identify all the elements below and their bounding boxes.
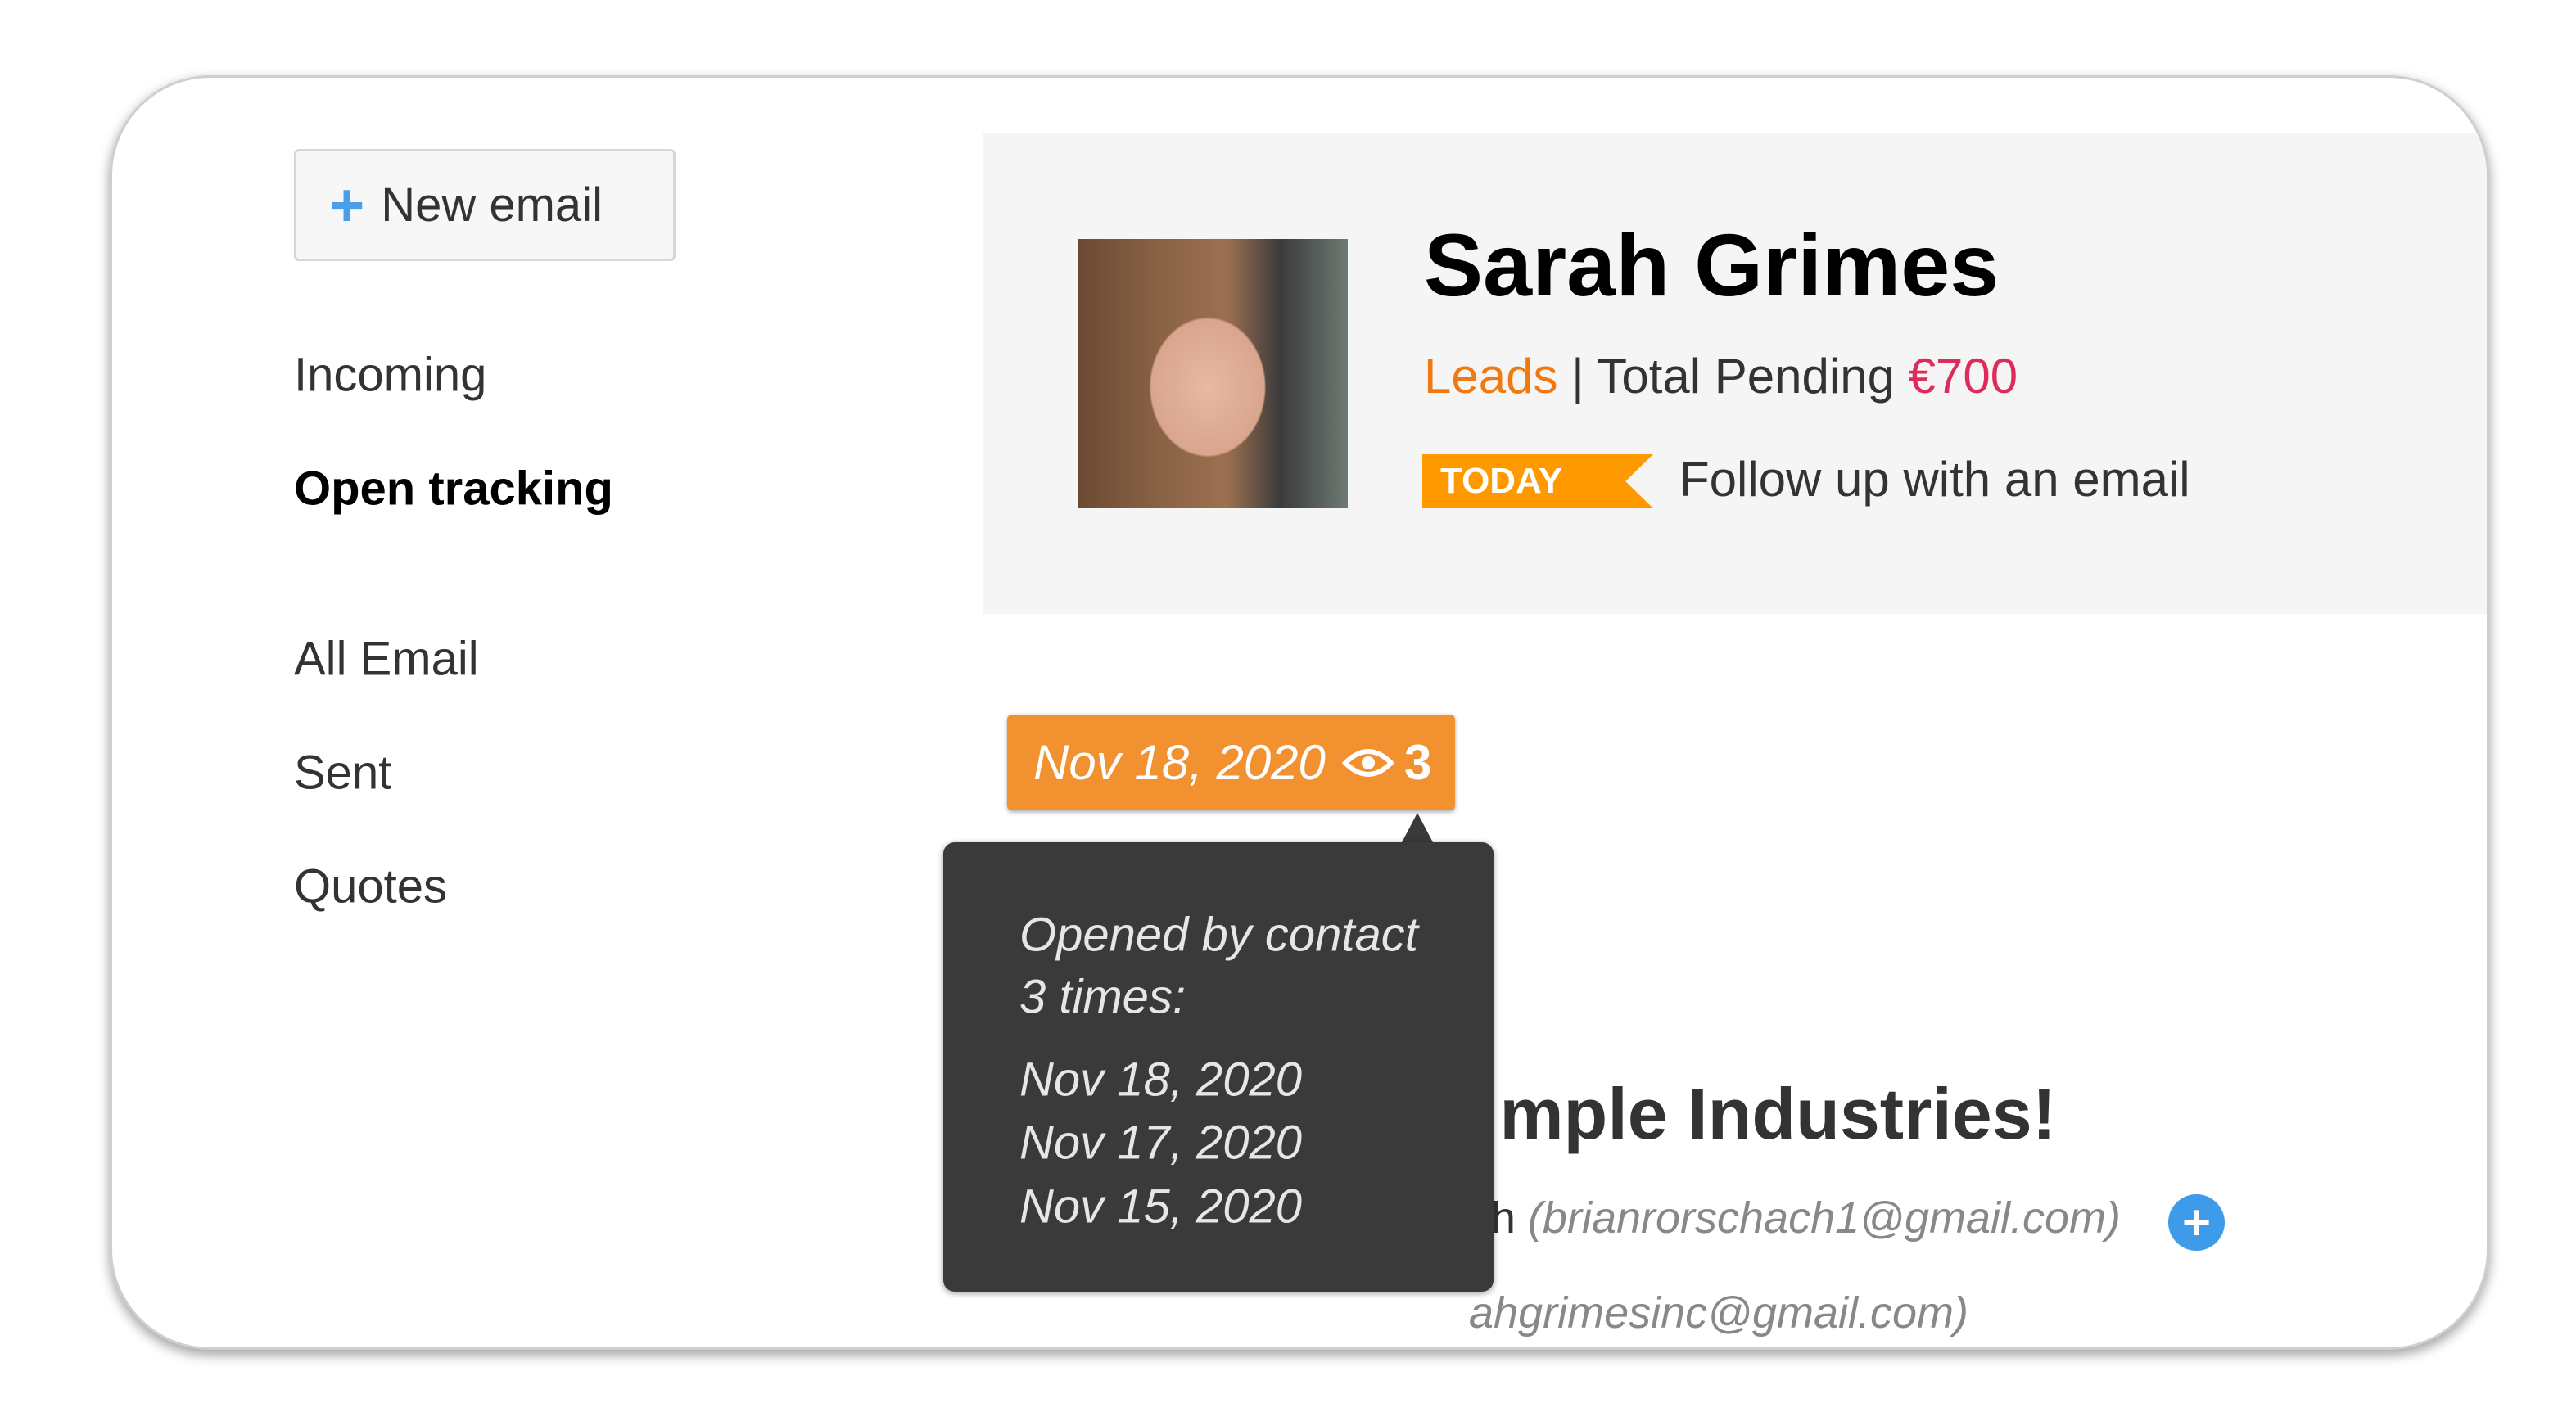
open-date: Nov 17, 2020	[1019, 1116, 1303, 1170]
sidebar-item-sent[interactable]: Sent	[294, 746, 391, 801]
to-email: ahgrimesinc@gmail.com)	[1469, 1288, 1968, 1338]
pending-label: Total Pending	[1597, 349, 1895, 404]
contact-summary: Leads | Total Pending €700	[1424, 348, 2018, 404]
new-email-label: New email	[381, 178, 603, 232]
email-from: h (brianrorschach1@gmail.com)	[1491, 1193, 2121, 1243]
tracking-date: Nov 18, 2020	[1033, 735, 1326, 790]
avatar	[1078, 239, 1348, 508]
eye-icon	[1341, 748, 1394, 777]
task-text[interactable]: Follow up with an email	[1679, 451, 2190, 508]
pending-amount: €700	[1908, 349, 2018, 404]
from-email: (brianrorschach1@gmail.com)	[1527, 1193, 2121, 1243]
email-subject: mple Industries!	[1499, 1073, 2056, 1154]
separator: |	[1571, 349, 1584, 404]
tooltip-count: 3 times:	[1019, 970, 1186, 1024]
sidebar-item-all-email[interactable]: All Email	[294, 632, 479, 687]
plus-icon: +	[329, 170, 365, 239]
open-tracking-badge[interactable]: Nov 18, 2020 3	[1007, 715, 1455, 810]
sidebar-item-quotes[interactable]: Quotes	[294, 859, 447, 914]
open-count: 3	[1403, 735, 1432, 790]
contact-name: Sarah Grimes	[1424, 215, 2000, 314]
email-to: ahgrimesinc@gmail.com)	[1469, 1288, 1968, 1338]
open-date: Nov 15, 2020	[1019, 1180, 1303, 1234]
contact-header: Sarah Grimes Leads | Total Pending €700 …	[983, 133, 2487, 614]
tooltip-arrow	[1401, 813, 1434, 844]
app-window: + New email Incoming Open tracking All E…	[112, 78, 2487, 1347]
sidebar-item-incoming[interactable]: Incoming	[294, 348, 486, 403]
open-tracking-tooltip: Opened by contact 3 times: Nov 18, 2020 …	[943, 842, 1494, 1292]
from-name: h	[1490, 1193, 1516, 1243]
tooltip-title: Opened by contact	[1019, 908, 1418, 962]
plus-circle-icon[interactable]: +	[2168, 1194, 2225, 1251]
sidebar-item-open-tracking[interactable]: Open tracking	[294, 462, 613, 517]
today-badge: TODAY	[1422, 454, 1653, 508]
stage-link[interactable]: Leads	[1424, 349, 1557, 404]
new-email-button[interactable]: + New email	[294, 149, 676, 261]
open-date: Nov 18, 2020	[1019, 1053, 1303, 1107]
